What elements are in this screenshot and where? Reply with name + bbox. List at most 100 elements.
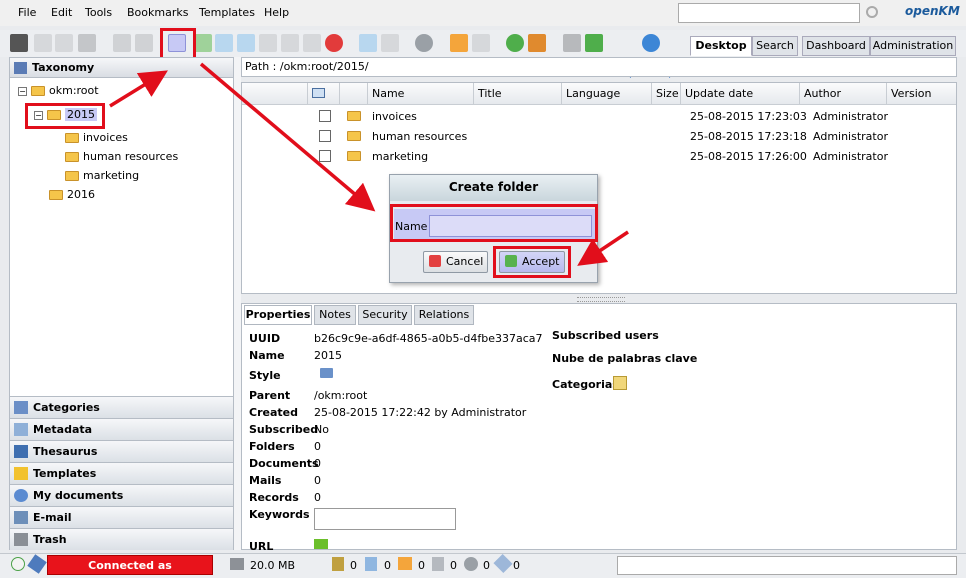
tree-node-invoices[interactable]: invoices: [65, 131, 128, 144]
stack-my-documents[interactable]: My documents: [10, 484, 233, 506]
menu-edit[interactable]: Edit: [51, 6, 72, 19]
row-checkbox[interactable]: [319, 150, 331, 162]
tab-search[interactable]: Search: [752, 36, 798, 56]
refresh-icon[interactable]: [506, 34, 524, 52]
grid-header-update-date[interactable]: Update date: [681, 83, 800, 105]
window-icon[interactable]: [359, 34, 377, 52]
delete-icon[interactable]: [325, 34, 343, 52]
document-icon[interactable]: [215, 34, 233, 52]
stack-label: Categories: [33, 401, 100, 414]
document-icon[interactable]: [259, 34, 277, 52]
folder-style-icon[interactable]: [320, 368, 333, 378]
scanner-icon[interactable]: [563, 34, 581, 52]
menu-file[interactable]: File: [18, 6, 36, 19]
tree-root[interactable]: − okm:root: [18, 84, 99, 97]
table-row[interactable]: marketing 25-08-2015 17:26:00 Administra…: [242, 146, 956, 166]
print-icon[interactable]: [78, 34, 96, 52]
stack-thesaurus[interactable]: Thesaurus: [10, 440, 233, 462]
grid-header-version[interactable]: Version: [887, 83, 956, 105]
table-row[interactable]: invoices 25-08-2015 17:23:03 Administrat…: [242, 106, 956, 126]
tab-security[interactable]: Security: [358, 305, 412, 325]
lock-icon[interactable]: [113, 34, 131, 52]
categories-icon: [14, 401, 28, 414]
clock-icon[interactable]: [642, 34, 660, 52]
tab-relations[interactable]: Relations: [414, 305, 474, 325]
gear-icon[interactable]: [415, 34, 433, 52]
stack-label: Thesaurus: [33, 445, 98, 458]
tree-node-marketing[interactable]: marketing: [65, 169, 139, 182]
grid-header-size[interactable]: Size: [652, 83, 681, 105]
folder-icon: [65, 133, 79, 143]
url-icon[interactable]: [314, 539, 328, 549]
document-icon[interactable]: [34, 34, 52, 52]
prop-label: Records: [249, 491, 299, 504]
upload-icon[interactable]: [585, 34, 603, 52]
home-icon[interactable]: [528, 34, 546, 52]
cancel-button[interactable]: Cancel: [423, 251, 488, 273]
row-name: marketing: [372, 150, 429, 163]
tab-administration[interactable]: Administration: [870, 36, 956, 56]
stack-label: Metadata: [33, 423, 93, 436]
tree-icon[interactable]: [10, 34, 28, 52]
splitter-handle[interactable]: [577, 297, 625, 302]
tab-dashboard[interactable]: Dashboard: [802, 36, 870, 56]
folder-icon: [347, 131, 361, 141]
tab-notes[interactable]: Notes: [314, 305, 356, 325]
menu-templates[interactable]: Templates: [199, 6, 255, 19]
menu-tools[interactable]: Tools: [85, 6, 112, 19]
prop-label: UUID: [249, 332, 281, 345]
search-icon[interactable]: [866, 6, 878, 18]
edit-icon[interactable]: [365, 557, 377, 571]
prop-label: Name: [249, 349, 285, 362]
tab-desktop[interactable]: Desktop: [690, 36, 752, 56]
collapse-icon[interactable]: −: [18, 86, 27, 96]
panel-divider[interactable]: [234, 57, 241, 550]
window-icon[interactable]: [381, 34, 399, 52]
grid-header-language[interactable]: Language: [562, 83, 652, 105]
tab-properties[interactable]: Properties: [244, 305, 312, 325]
mail-icon[interactable]: [450, 34, 468, 52]
row-name: invoices: [372, 110, 417, 123]
grid-header-select[interactable]: [308, 83, 340, 105]
prop-value-documents: 0: [314, 457, 321, 470]
add-category-icon[interactable]: [613, 376, 627, 390]
menu-bookmarks[interactable]: Bookmarks: [127, 6, 188, 19]
stack-email[interactable]: E-mail: [10, 506, 233, 528]
document-icon[interactable]: [303, 34, 321, 52]
table-icon: [312, 88, 325, 98]
stack-metadata[interactable]: Metadata: [10, 418, 233, 440]
tree-node-label: invoices: [83, 131, 128, 144]
document-icon[interactable]: [281, 34, 299, 52]
gear-icon[interactable]: [464, 557, 478, 571]
memory-icon: [230, 558, 244, 570]
prop-value-name: 2015: [314, 349, 342, 362]
mail-icon[interactable]: [398, 557, 412, 570]
table-row[interactable]: human resources 25-08-2015 17:23:18 Admi…: [242, 126, 956, 146]
stack-categories[interactable]: Categories: [10, 396, 233, 418]
mail-icon[interactable]: [472, 34, 490, 52]
lock-icon[interactable]: [332, 557, 344, 571]
prop-label: Parent: [249, 389, 291, 402]
document-icon[interactable]: [432, 557, 444, 571]
tree-node-2016[interactable]: 2016: [49, 188, 95, 201]
quick-search-input[interactable]: [678, 3, 860, 23]
row-checkbox[interactable]: [319, 110, 331, 122]
file-grid: Name Title Language Size Update date Aut…: [241, 82, 957, 294]
stack-templates[interactable]: Templates: [10, 462, 233, 484]
row-checkbox[interactable]: [319, 130, 331, 142]
stack-trash[interactable]: Trash: [10, 528, 233, 550]
unlock-icon[interactable]: [135, 34, 153, 52]
add-document-icon[interactable]: [194, 34, 212, 52]
menu-help[interactable]: Help: [264, 6, 289, 19]
counter-tags: 0: [513, 559, 520, 572]
tree-node-human-resources[interactable]: human resources: [65, 150, 178, 163]
tree-node-label: 2016: [67, 188, 95, 201]
grid-header-name[interactable]: Name: [368, 83, 474, 105]
folder-icon: [49, 190, 63, 200]
grid-header-title[interactable]: Title: [474, 83, 562, 105]
document-icon[interactable]: [237, 34, 255, 52]
grid-header-author[interactable]: Author: [800, 83, 887, 105]
document-icon[interactable]: [55, 34, 73, 52]
keywords-input[interactable]: [314, 508, 456, 530]
taxonomy-header[interactable]: Taxonomy: [10, 58, 233, 78]
